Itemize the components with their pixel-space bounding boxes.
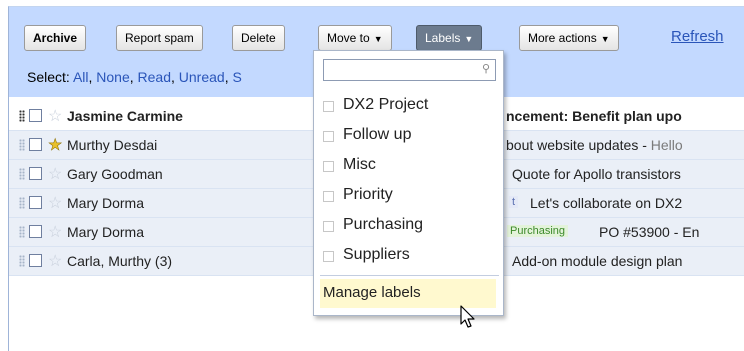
sender: Jasmine Carmine — [67, 108, 183, 124]
mouse-pointer-icon — [460, 305, 475, 328]
archive-button[interactable]: Archive — [24, 25, 87, 51]
select-all-link[interactable]: All — [73, 69, 89, 85]
label-checkbox[interactable] — [323, 191, 334, 202]
label-checkbox[interactable] — [323, 161, 334, 172]
select-bar: Select: All, None, Read, Unread, S — [27, 69, 242, 85]
label-checkbox[interactable] — [323, 251, 334, 262]
drag-handle[interactable] — [19, 197, 25, 209]
select-label: Select: — [27, 69, 70, 85]
label-checkbox[interactable] — [323, 221, 334, 232]
star-icon[interactable]: ☆ — [48, 106, 62, 126]
label-option-text: Suppliers — [343, 246, 410, 263]
sender: Carla, Murthy (3) — [67, 253, 173, 269]
search-icon: ⚲ — [481, 63, 490, 75]
archive-label: Archive — [33, 31, 78, 45]
labels-dropdown: ⚲ DX2 Project Follow up Misc Priority Pu… — [313, 50, 504, 316]
star-icon[interactable]: ☆ — [48, 164, 62, 184]
select-none-link[interactable]: None — [96, 69, 129, 85]
star-icon[interactable]: ☆ — [48, 251, 62, 271]
label-checkbox[interactable] — [323, 131, 334, 142]
caret-down-icon: ▼ — [373, 34, 383, 44]
row-checkbox[interactable] — [29, 138, 42, 151]
move-to-label: Move to — [327, 31, 370, 45]
caret-down-icon: ▼ — [464, 34, 474, 44]
row-checkbox[interactable] — [29, 196, 42, 209]
sender: Mary Dorma — [67, 195, 145, 211]
sender: Mary Dorma — [67, 224, 145, 240]
labels-label: Labels — [425, 31, 461, 45]
label-checkbox[interactable] — [323, 101, 334, 112]
subject: Quote for Apollo transistors — [512, 166, 681, 182]
subject: Add-on module design plan — [512, 253, 683, 269]
manage-labels-item[interactable]: Manage labels — [320, 279, 496, 308]
caret-down-icon: ▼ — [600, 34, 610, 44]
row-checkbox[interactable] — [29, 109, 42, 122]
subject: Let's collaborate on DX2 — [530, 195, 683, 211]
label-option-text: Priority — [343, 186, 393, 203]
subject: PO #53900 - En — [599, 224, 700, 240]
move-to-button[interactable]: Move to ▼ — [318, 25, 392, 51]
refresh-link[interactable]: Refresh — [671, 28, 724, 45]
label-option-text: DX2 Project — [343, 96, 429, 113]
star-icon[interactable]: ★ — [48, 135, 63, 155]
report-spam-label: Report spam — [125, 31, 194, 45]
label-tag: Purchasing — [507, 225, 569, 237]
star-icon[interactable]: ☆ — [48, 193, 62, 213]
select-unread-link[interactable]: Unread — [179, 69, 225, 85]
drag-handle[interactable] — [19, 255, 25, 267]
snippet: Hello — [650, 137, 683, 153]
label-option-text: Purchasing — [343, 216, 424, 233]
more-actions-button[interactable]: More actions ▼ — [519, 25, 619, 51]
drag-handle[interactable] — [19, 110, 25, 122]
sender: Gary Goodman — [67, 166, 163, 182]
label-tag: t — [509, 196, 519, 208]
report-spam-button[interactable]: Report spam — [116, 25, 203, 51]
delete-label: Delete — [241, 31, 276, 45]
sender: Murthy Desdai — [67, 137, 158, 153]
row-checkbox[interactable] — [29, 225, 42, 238]
label-option-text: Misc — [343, 156, 376, 173]
select-starred-link[interactable]: S — [232, 69, 241, 85]
drag-handle[interactable] — [19, 226, 25, 238]
subject-text: bout website updates - — [506, 137, 651, 153]
star-icon[interactable]: ☆ — [48, 222, 62, 242]
delete-button[interactable]: Delete — [232, 25, 285, 51]
more-actions-label: More actions — [528, 31, 597, 45]
subject: bout website updates - Hello — [506, 137, 683, 153]
select-read-link[interactable]: Read — [138, 69, 171, 85]
drag-handle[interactable] — [19, 168, 25, 180]
row-checkbox[interactable] — [29, 254, 42, 267]
subject: ncement: Benefit plan upo — [506, 108, 682, 124]
row-checkbox[interactable] — [29, 167, 42, 180]
drag-handle[interactable] — [19, 139, 25, 151]
menu-divider — [320, 275, 499, 276]
labels-button[interactable]: Labels ▼ — [416, 25, 483, 51]
label-search-input[interactable]: ⚲ — [323, 59, 496, 81]
label-option-text: Follow up — [343, 126, 412, 143]
